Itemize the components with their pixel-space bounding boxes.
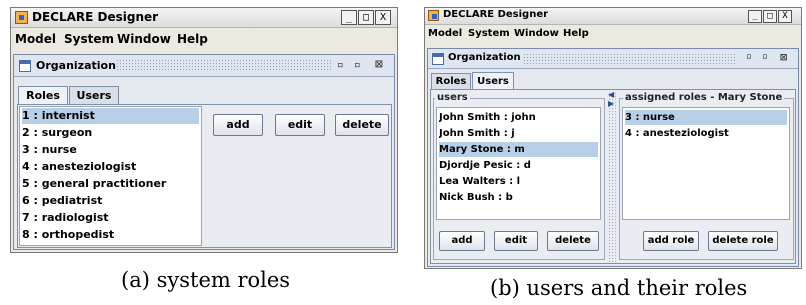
users-group-label: users — [435, 92, 470, 103]
left-app-window: DECLARE Designer _ □ X Model System Wind… — [10, 7, 398, 253]
frame-icon — [432, 53, 444, 65]
right-frame-title: Organization — [448, 52, 521, 63]
frame-close-icon[interactable]: ⊠ — [780, 50, 787, 64]
iconify-icon[interactable]: ▫ — [746, 51, 752, 62]
maximize-button[interactable]: □ — [763, 10, 777, 23]
close-button[interactable]: X — [778, 10, 792, 23]
menu-system[interactable]: System — [468, 28, 510, 39]
menu-window[interactable]: Window — [117, 32, 171, 46]
left-window-title: DECLARE Designer — [32, 10, 159, 24]
delete-role-button[interactable]: delete role — [708, 231, 778, 251]
right-app-window: DECLARE Designer _ □ X Model System Wind… — [424, 7, 802, 269]
tab-users[interactable]: Users — [472, 72, 514, 90]
frame-icon — [19, 60, 31, 72]
add-role-button[interactable]: add role — [643, 231, 699, 251]
java-app-icon — [15, 11, 28, 24]
list-item[interactable]: Lea Walters : l — [439, 174, 598, 189]
roles-panel: 1 : internist 2 : surgeon 3 : nurse 4 : … — [17, 104, 392, 248]
tab-roles[interactable]: Roles — [431, 73, 471, 89]
restore-icon[interactable]: ▫ — [354, 58, 361, 71]
list-item[interactable]: Mary Stone : m — [439, 142, 598, 157]
delete-button[interactable]: delete — [335, 114, 389, 136]
minimize-button[interactable]: _ — [341, 10, 357, 25]
right-frame-title-bar[interactable]: Organization ▫ ▫ ⊠ — [428, 49, 798, 69]
left-frame-title: Organization — [36, 59, 116, 72]
close-button[interactable]: X — [375, 10, 391, 25]
menu-help[interactable]: Help — [563, 28, 589, 39]
roles-list[interactable]: 1 : internist 2 : surgeon 3 : nurse 4 : … — [19, 106, 202, 246]
list-item[interactable]: 1 : internist — [22, 108, 199, 124]
collapse-right-arrow-icon[interactable]: ▶ — [608, 99, 614, 108]
assigned-roles-list[interactable]: 3 : nurse 4 : anesteziologist — [622, 107, 790, 220]
list-item[interactable]: 2 : surgeon — [22, 125, 199, 141]
collapse-left-arrow-icon[interactable]: ◀ — [608, 90, 614, 99]
delete-user-button[interactable]: delete — [547, 231, 599, 251]
right-title-bar[interactable]: DECLARE Designer _ □ X — [425, 8, 801, 25]
left-frame-title-bar[interactable]: Organization ▫ ▫ ⊠ — [14, 55, 394, 77]
add-button[interactable]: add — [213, 114, 263, 136]
list-item[interactable]: Djordje Pesic : d — [439, 158, 598, 173]
list-item[interactable]: John Smith : j — [439, 126, 598, 141]
menu-help[interactable]: Help — [177, 32, 208, 46]
restore-icon[interactable]: ▫ — [762, 51, 768, 62]
assigned-roles-label: assigned roles - Mary Stone — [623, 92, 785, 103]
edit-user-button[interactable]: edit — [494, 231, 538, 251]
title-stipple — [523, 53, 736, 64]
frame-close-icon[interactable]: ⊠ — [375, 57, 383, 72]
list-item[interactable]: 3 : nurse — [625, 110, 787, 125]
maximize-button[interactable]: □ — [358, 10, 374, 25]
menu-window[interactable]: Window — [514, 28, 559, 39]
tab-roles[interactable]: Roles — [18, 86, 68, 105]
minimize-button[interactable]: _ — [748, 10, 762, 23]
left-organization-frame: Organization ▫ ▫ ⊠ Roles Users 1 : inter… — [13, 54, 395, 250]
list-item[interactable]: 6 : pediatrist — [22, 193, 199, 209]
list-item[interactable]: John Smith : john — [439, 110, 598, 125]
menu-system[interactable]: System — [64, 32, 114, 46]
menu-model[interactable]: Model — [15, 32, 56, 46]
edit-button[interactable]: edit — [275, 114, 325, 136]
list-item[interactable]: 3 : nurse — [22, 142, 199, 158]
caption-b: (b) users and their roles — [490, 276, 748, 300]
title-stipple — [116, 59, 331, 72]
left-title-bar[interactable]: DECLARE Designer _ □ X — [11, 8, 397, 28]
add-user-button[interactable]: add — [439, 231, 485, 251]
java-app-icon — [428, 10, 439, 21]
menu-model[interactable]: Model — [428, 28, 462, 39]
list-item[interactable]: 5 : general practitioner — [22, 176, 199, 192]
right-menu-bar: Model System Window Help — [425, 26, 801, 43]
users-list[interactable]: John Smith : john John Smith : j Mary St… — [436, 107, 601, 220]
users-panel: users John Smith : john John Smith : j M… — [430, 89, 796, 264]
caption-a: (a) system roles — [121, 268, 291, 292]
list-item[interactable]: 7 : radiologist — [22, 210, 199, 226]
left-menu-bar: Model System Window Help — [11, 29, 397, 49]
right-window-title: DECLARE Designer — [443, 9, 549, 20]
list-item[interactable]: 4 : anesteziologist — [625, 126, 787, 141]
tab-users[interactable]: Users — [69, 86, 119, 104]
list-item[interactable]: 8 : orthopedist — [22, 227, 199, 243]
list-item[interactable]: Nick Bush : b — [439, 190, 598, 205]
right-organization-frame: Organization ▫ ▫ ⊠ Roles Users users Joh… — [427, 48, 799, 267]
iconify-icon[interactable]: ▫ — [337, 58, 344, 71]
list-item[interactable]: 4 : anesteziologist — [22, 159, 199, 175]
split-pane-divider[interactable] — [608, 92, 616, 262]
